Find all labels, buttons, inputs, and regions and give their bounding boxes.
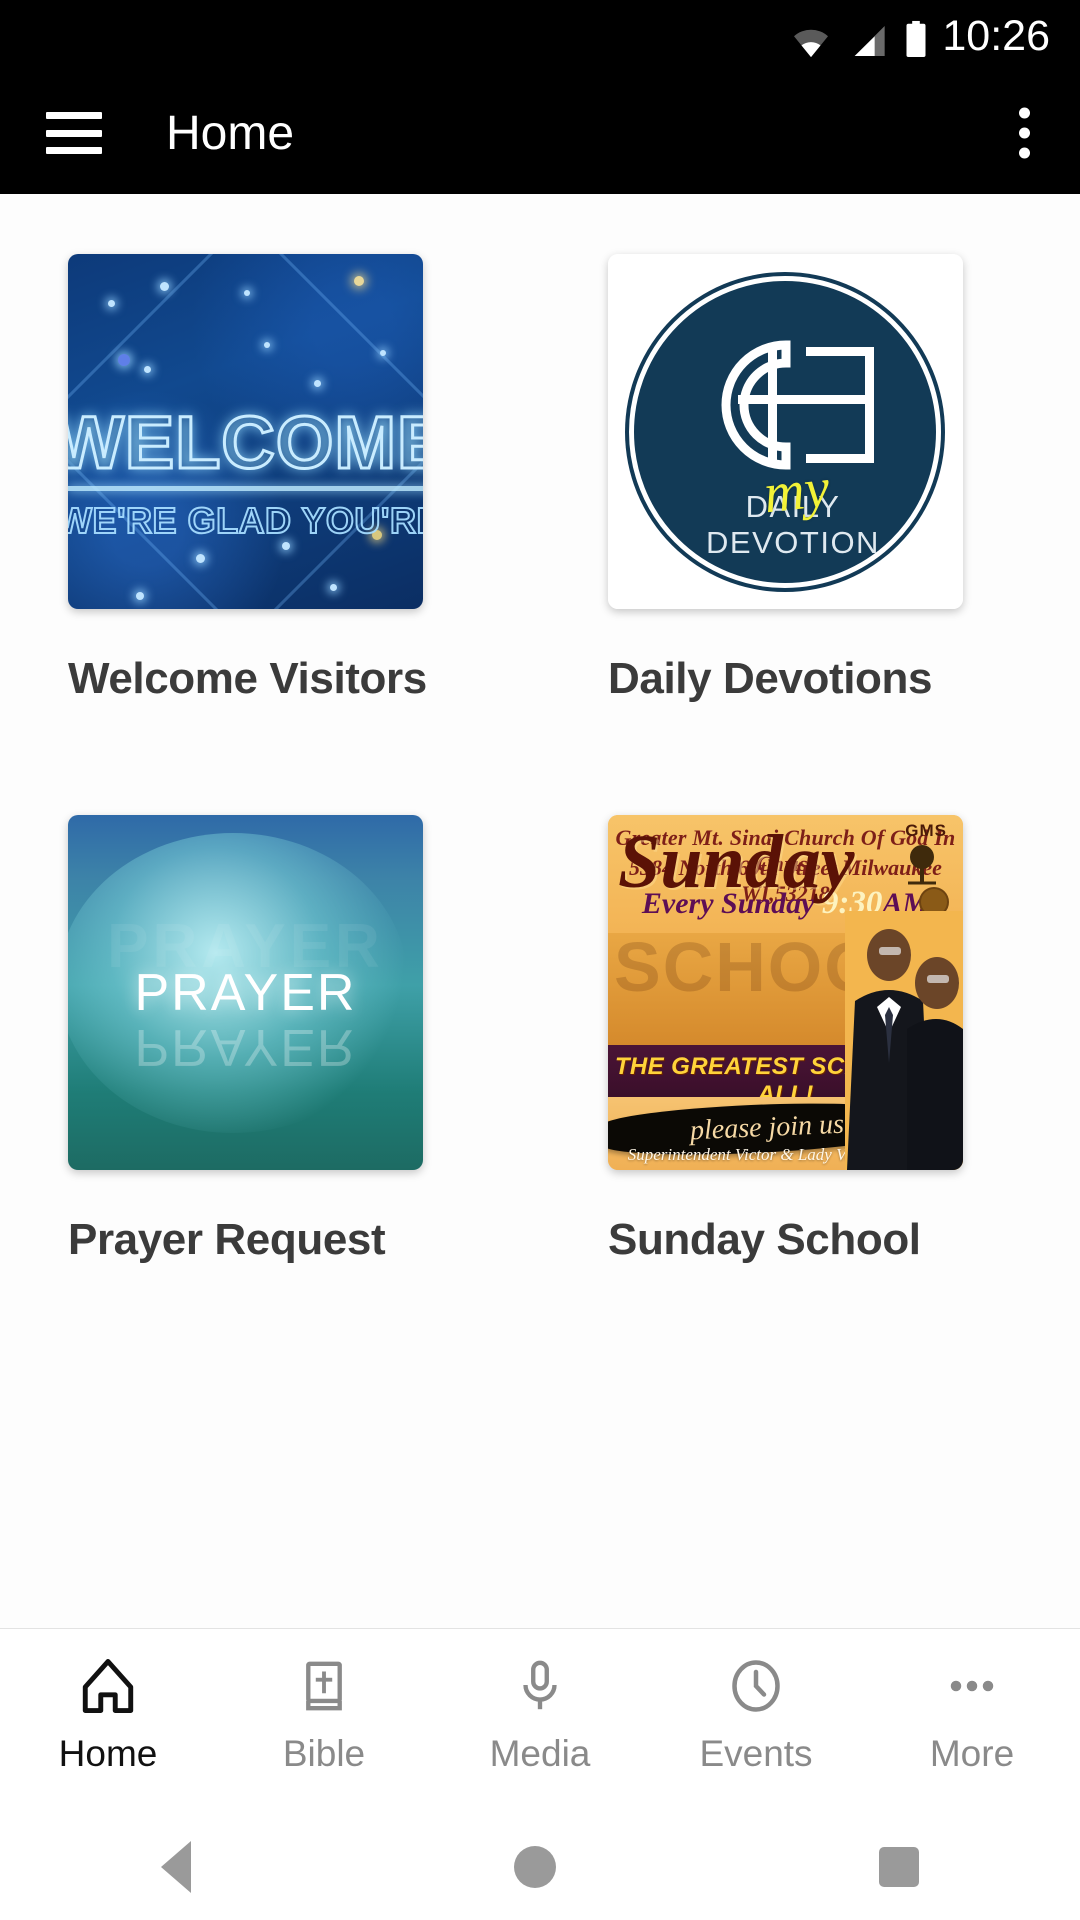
prayer-request-tile[interactable]: PRAYER PRAYER PRAYER <box>68 814 423 1170</box>
daily-devotions-thumbnail: my DAILY DEVOTION <box>608 254 963 609</box>
sunday-school-label: Sunday School <box>608 1214 921 1264</box>
home-circle-icon[interactable] <box>513 1846 556 1888</box>
cellular-signal-icon <box>855 26 886 56</box>
tab-events-label: Events <box>699 1733 813 1774</box>
tab-more[interactable]: More <box>864 1655 1080 1775</box>
sunday-school-monogram: GMS <box>905 820 947 840</box>
tab-home[interactable]: Home <box>0 1655 216 1775</box>
sunday-school-tile[interactable]: Greater Mt. Sinai Church Of God In Chris… <box>608 814 963 1170</box>
phone-screen: 10:26 Home WELCOME WE'RE GLAD YOU'R Welc… <box>0 0 1080 1920</box>
daily-devotions-tile[interactable]: my DAILY DEVOTION <box>608 254 963 609</box>
wifi-icon <box>794 29 829 58</box>
battery-icon <box>906 20 926 58</box>
home-grid: WELCOME WE'RE GLAD YOU'RE HERE Welcome V… <box>0 254 1080 1266</box>
welcome-visitors-label: Welcome Visitors <box>68 654 427 703</box>
welcome-visitors-thumbnail: WELCOME WE'RE GLAD YOU'RE HERE <box>68 254 423 609</box>
more-dots-icon <box>942 1655 1002 1717</box>
prayer-headline: PRAYER <box>134 963 357 1022</box>
welcome-subline: WE'RE GLAD YOU'RE HERE <box>68 499 423 542</box>
bible-book-icon <box>295 1655 353 1717</box>
sunday-school-big-word: Sunday <box>618 819 855 904</box>
grid-cell-daily-devotions: my DAILY DEVOTION Daily Devotions <box>540 254 1080 705</box>
overflow-menu-icon[interactable] <box>1019 107 1030 159</box>
tab-media[interactable]: Media <box>432 1655 648 1775</box>
tab-media-label: Media <box>489 1733 591 1774</box>
status-bar: 10:26 <box>0 0 1080 72</box>
daily-devotions-script-word: my <box>760 456 833 526</box>
clock-icon <box>726 1655 786 1717</box>
app-bar: Home <box>0 72 1080 194</box>
tab-events[interactable]: Events <box>648 1655 864 1775</box>
home-church-icon <box>77 1655 139 1717</box>
prayer-request-thumbnail: PRAYER PRAYER PRAYER <box>68 814 423 1170</box>
page-title: Home <box>166 106 295 160</box>
prayer-headline-reflection: PRAYER <box>134 1017 357 1076</box>
bottom-tab-bar: Home Bible Media Events More <box>0 1628 1080 1814</box>
sunday-school-thumbnail: Greater Mt. Sinai Church Of God In Chris… <box>608 814 963 1170</box>
status-bar-icons <box>790 14 928 58</box>
tab-bible-label: Bible <box>282 1733 366 1774</box>
leaders-photo <box>845 910 963 1170</box>
system-navigation-bar <box>0 1814 1080 1920</box>
tab-bible[interactable]: Bible <box>216 1655 432 1775</box>
grid-cell-sunday-school: Greater Mt. Sinai Church Of God In Chris… <box>540 814 1080 1266</box>
tab-home-label: Home <box>58 1733 158 1774</box>
status-bar-clock: 10:26 <box>942 11 1050 60</box>
grid-cell-welcome-visitors: WELCOME WE'RE GLAD YOU'RE HERE Welcome V… <box>0 254 540 705</box>
grid-cell-prayer-request: PRAYER PRAYER PRAYER Prayer Request <box>0 814 540 1266</box>
welcome-visitors-tile[interactable]: WELCOME WE'RE GLAD YOU'RE HERE <box>68 254 423 609</box>
prayer-request-label: Prayer Request <box>68 1214 386 1264</box>
daily-devotions-label: Daily Devotions <box>608 654 933 703</box>
tree-icon <box>908 844 936 885</box>
recents-square-icon[interactable] <box>878 1847 919 1887</box>
back-triangle-icon[interactable] <box>161 1841 192 1893</box>
tab-more-label: More <box>929 1733 1015 1774</box>
home-content: WELCOME WE'RE GLAD YOU'RE HERE Welcome V… <box>0 194 1080 1628</box>
microphone-icon <box>511 1655 569 1717</box>
gms-monogram-icon <box>721 340 874 470</box>
hamburger-menu-icon[interactable] <box>46 112 102 154</box>
welcome-headline: WELCOME <box>68 400 423 486</box>
